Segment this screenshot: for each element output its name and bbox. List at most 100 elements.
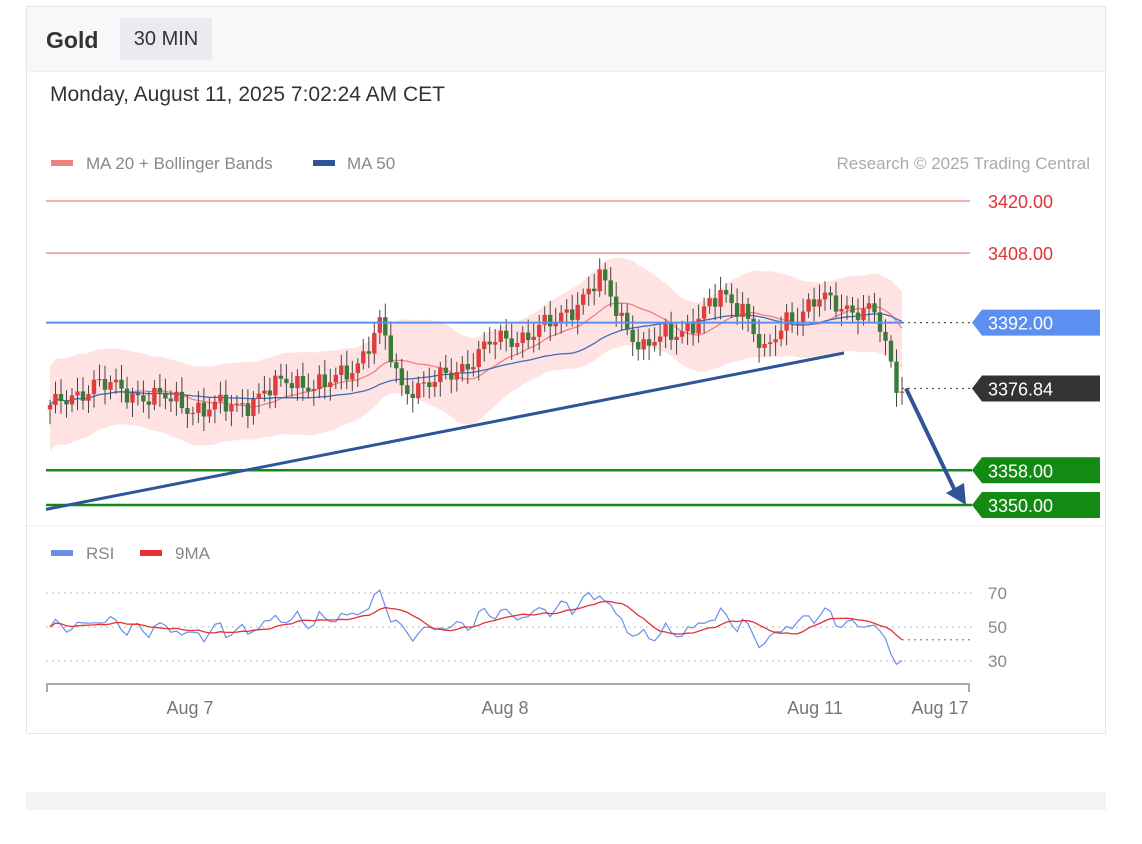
candle-body (548, 314, 553, 327)
level-resistance: 3408.00 (46, 244, 1053, 264)
candle-body (350, 373, 355, 380)
candle-body (471, 367, 476, 370)
x-tick-label: Aug 17 (911, 698, 968, 718)
level-label: 3408.00 (988, 244, 1053, 264)
candle-body (53, 394, 58, 406)
candle-body (333, 374, 338, 383)
candle-body (894, 361, 899, 393)
candle-body (207, 409, 212, 417)
candle-body (586, 288, 591, 295)
candle-body (405, 385, 410, 394)
ma20-legend-label: MA 20 + Bollinger Bands (86, 154, 273, 173)
rsi-tick-label: 50 (988, 618, 1007, 637)
candle-body (108, 382, 113, 390)
candle-body (636, 341, 641, 350)
candle-body (152, 387, 157, 405)
candle-body (641, 339, 646, 350)
candle-body (603, 269, 608, 281)
candle-body (130, 393, 135, 403)
candle-body (570, 309, 575, 320)
candle-body (432, 382, 437, 387)
candle-body (196, 402, 201, 413)
rsi-tick-label: 30 (988, 652, 1007, 671)
rsi-legend-swatch (51, 550, 73, 556)
candle-body (773, 339, 778, 343)
candle-body (657, 336, 663, 342)
candle-body (141, 395, 146, 402)
rsi-line (49, 589, 903, 666)
level-label: 3350.00 (988, 496, 1053, 516)
candle-body (597, 269, 602, 292)
candle-body (399, 368, 404, 386)
candle-body (564, 309, 569, 313)
candle-body (888, 340, 894, 362)
candle-body (157, 387, 163, 393)
candle-body (745, 303, 751, 319)
candle-body (372, 332, 377, 354)
candle-body (515, 343, 520, 347)
candle-body (344, 365, 349, 380)
level-label: 3358.00 (988, 461, 1053, 481)
candle-body (652, 342, 657, 346)
candle-body (190, 412, 196, 415)
candle-body (509, 338, 514, 347)
level-resistance: 3420.00 (46, 192, 1053, 212)
candle-body (883, 331, 888, 341)
candle-body (751, 318, 756, 335)
candle-body (234, 403, 240, 405)
candle-body (778, 330, 784, 340)
candle-body (811, 299, 817, 307)
candle-body (817, 299, 822, 307)
candle-body (729, 294, 734, 304)
candle-body (229, 404, 234, 412)
candle-body (306, 387, 311, 392)
candle (899, 376, 905, 405)
candle-body (575, 304, 580, 320)
candle-body (339, 365, 344, 375)
candle-body (690, 322, 696, 334)
candle-body (740, 303, 745, 317)
bollinger-bands (50, 257, 902, 451)
candle-body (718, 290, 723, 307)
candle-body (86, 394, 91, 401)
candle-body (278, 375, 284, 379)
candle-body (427, 382, 432, 387)
price-chart: MA 20 + Bollinger Bands MA 50 Research ©… (27, 154, 1105, 718)
candle-body (833, 295, 839, 312)
candle-body (679, 331, 685, 337)
candle-body (218, 394, 223, 402)
candle-body (119, 379, 124, 389)
candle-body (454, 372, 459, 380)
candle-body (135, 393, 141, 396)
candle-body (723, 290, 729, 295)
footer-bar (26, 792, 1106, 810)
forecast-arrow-shaft (904, 387, 960, 498)
candle-body (734, 303, 740, 317)
candle-body (844, 305, 850, 310)
candle-body (377, 317, 382, 333)
candle-body (438, 367, 443, 382)
candle-body (295, 376, 300, 389)
candle-body (707, 298, 712, 307)
candle-body (806, 299, 811, 312)
candle-body (421, 382, 426, 384)
candle-body (866, 303, 872, 309)
candle-body (97, 379, 102, 381)
candle-body (113, 379, 119, 383)
candle-body (861, 308, 866, 321)
candle-body (712, 298, 718, 307)
candle-body (520, 332, 525, 343)
x-axis: Aug 7 Aug 8 Aug 11 Aug 17 (46, 683, 970, 718)
candle-body (592, 288, 597, 292)
candle-body (581, 294, 586, 305)
candle-body (174, 391, 179, 402)
ma50-legend-swatch (313, 160, 335, 166)
candle-body (311, 389, 316, 392)
candle-body (91, 379, 97, 395)
candle-body (460, 364, 465, 373)
candle-body (256, 393, 262, 399)
candle-body (630, 329, 635, 342)
candle-body (608, 280, 613, 297)
rsi-legend-label: RSI (86, 544, 114, 563)
candle-body (668, 324, 674, 340)
